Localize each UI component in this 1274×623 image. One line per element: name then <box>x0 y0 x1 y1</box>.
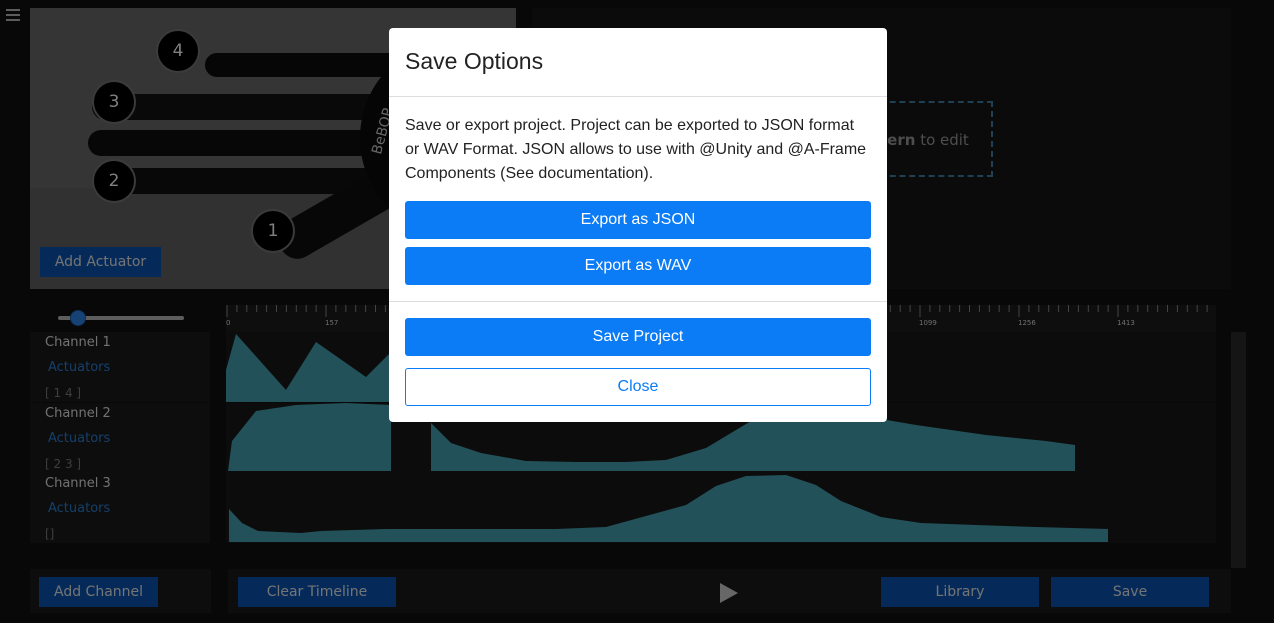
modal-divider <box>389 96 887 97</box>
close-button[interactable]: Close <box>405 368 871 406</box>
export-wav-button[interactable]: Export as WAV <box>405 247 871 285</box>
modal-description: Save or export project. Project can be e… <box>405 117 867 182</box>
export-json-button[interactable]: Export as JSON <box>405 201 871 239</box>
modal-title: Save Options <box>405 48 544 74</box>
save-options-modal: Save Options Save or export project. Pro… <box>389 28 887 422</box>
modal-divider <box>389 301 887 302</box>
save-project-button[interactable]: Save Project <box>405 318 871 356</box>
